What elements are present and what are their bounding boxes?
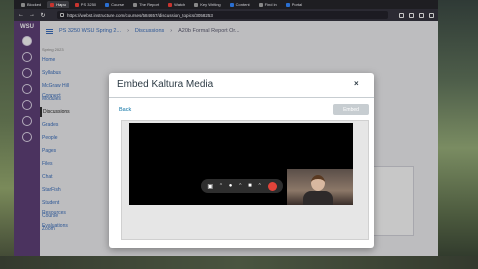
back-arrow-icon[interactable]: ← — [18, 12, 24, 18]
dialog-title: Embed Kaltura Media — [117, 79, 214, 90]
browser-toolbar — [399, 12, 434, 18]
back-link[interactable]: Back — [119, 107, 131, 113]
webcam-person-body — [303, 191, 333, 205]
url-text: https://webst.instructure.com/courses/58… — [67, 12, 213, 18]
microphone-options-chevron-icon[interactable]: ^ — [239, 183, 241, 189]
screen-share-icon[interactable]: ■ — [248, 183, 252, 189]
canvas-page: WSU PS 3250 WSU Spring 2... › Discussion… — [14, 21, 438, 256]
browser-tab[interactable]: PS 3250 — [72, 1, 99, 8]
desktop-bottom-edge — [0, 256, 478, 269]
dialog-divider — [109, 97, 374, 98]
tab-favicon-icon — [105, 2, 110, 7]
browser-tab[interactable]: The Report — [130, 1, 162, 8]
browser-tab-active[interactable]: Hapu — [47, 1, 69, 8]
browser-tab[interactable]: Key Writing — [191, 1, 223, 8]
tab-favicon-icon — [133, 2, 138, 7]
tab-favicon-icon — [168, 2, 173, 7]
reload-icon[interactable]: ↻ — [40, 12, 46, 19]
video-preview: ▣ ^ ● ^ ■ ^ — [129, 123, 353, 205]
desktop-left-edge — [0, 0, 14, 269]
microphone-icon[interactable]: ● — [229, 183, 233, 189]
extension-icon[interactable] — [419, 12, 424, 18]
kaltura-media-panel: ▣ ^ ● ^ ■ ^ — [121, 120, 369, 240]
browser-tab[interactable]: Portal — [283, 1, 305, 8]
tab-favicon-icon — [229, 2, 234, 7]
record-button[interactable] — [267, 181, 277, 191]
desktop-background — [438, 0, 478, 269]
tab-favicon-icon — [194, 2, 199, 7]
webcam-person-head — [311, 175, 325, 191]
menu-icon[interactable] — [429, 12, 434, 18]
close-icon[interactable]: × — [354, 79, 359, 88]
camera-icon[interactable]: ▣ — [207, 183, 213, 190]
tab-favicon-icon — [50, 2, 55, 7]
address-bar[interactable]: https://webst.instructure.com/courses/58… — [57, 11, 388, 19]
forward-arrow-icon[interactable]: → — [29, 12, 35, 18]
tab-favicon-icon — [285, 2, 290, 7]
camera-options-chevron-icon[interactable]: ^ — [220, 183, 222, 189]
screen-options-chevron-icon[interactable]: ^ — [259, 183, 261, 189]
recorder-toolbar: ▣ ^ ● ^ ■ ^ — [201, 179, 283, 193]
tab-favicon-icon — [21, 2, 25, 7]
browser-tab[interactable]: Course — [102, 1, 127, 8]
tab-favicon-icon — [258, 2, 263, 7]
browser-tab[interactable]: Find in — [256, 1, 280, 8]
browser-tab[interactable]: Blocked — [18, 1, 44, 8]
browser-tab-bar: Blocked Hapu PS 3250 Course The Report W… — [14, 0, 438, 9]
embed-kaltura-dialog: Embed Kaltura Media × Back Embed ▣ ^ ● ^… — [109, 73, 374, 248]
browser-nav-bar: ← → ↻ https://webst.instructure.com/cour… — [14, 9, 438, 21]
browser-tab[interactable]: Content — [227, 1, 253, 8]
embed-button[interactable]: Embed — [333, 104, 369, 115]
lock-icon — [60, 13, 64, 17]
browser-window: Blocked Hapu PS 3250 Course The Report W… — [14, 0, 438, 256]
download-icon[interactable] — [409, 12, 414, 18]
browser-tab[interactable]: Watch — [165, 1, 188, 8]
webcam-preview — [287, 169, 353, 205]
tab-favicon-icon — [74, 2, 79, 7]
star-icon[interactable] — [399, 12, 404, 18]
